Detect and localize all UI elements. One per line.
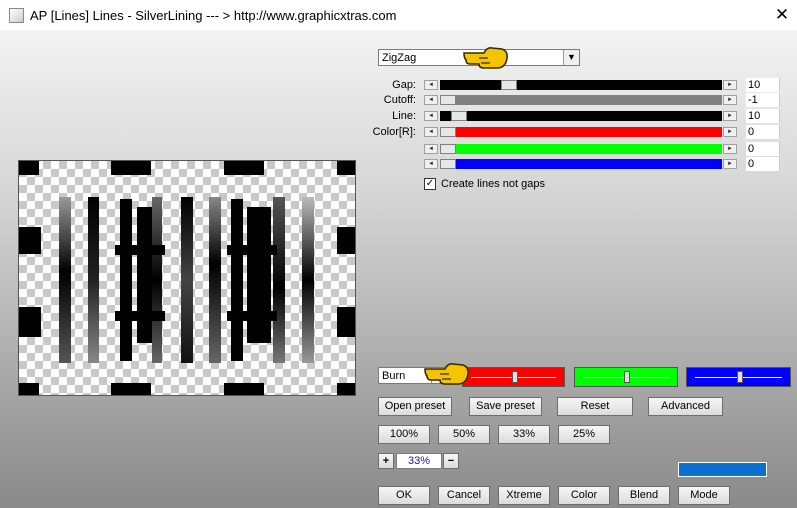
preview-bar — [302, 197, 314, 363]
preview-bar — [88, 197, 99, 363]
slider-thumb[interactable] — [440, 95, 456, 105]
preview-bar — [181, 197, 193, 363]
preview-bar — [227, 311, 277, 321]
advanced-button[interactable]: Advanced — [648, 397, 723, 416]
zoom-25-button[interactable]: 25% — [558, 425, 610, 444]
slider-track[interactable] — [440, 127, 722, 137]
preview-block — [337, 383, 355, 395]
window-title: AP [Lines] Lines - SilverLining --- > ht… — [30, 8, 397, 23]
preview-bar — [247, 207, 271, 343]
slider-knob[interactable] — [736, 371, 743, 383]
slider-left-arrow-icon[interactable]: ◄ — [424, 111, 438, 121]
title-bar: AP [Lines] Lines - SilverLining --- > ht… — [0, 0, 797, 30]
slider-thumb[interactable] — [440, 144, 456, 154]
slider-knob[interactable] — [624, 371, 630, 383]
zoom-in-button[interactable]: + — [378, 453, 394, 469]
create-lines-label: Create lines not gaps — [441, 178, 545, 190]
close-icon[interactable]: ✕ — [770, 3, 794, 27]
preview-block — [111, 383, 151, 395]
preview-block — [337, 307, 355, 337]
preview-block — [337, 161, 355, 175]
slider-track[interactable] — [440, 144, 722, 154]
slider-left-arrow-icon[interactable]: ◄ — [424, 144, 438, 154]
zoom-100-button[interactable]: 100% — [378, 425, 430, 444]
zoom-value: 33% — [396, 453, 442, 469]
preview-block — [224, 383, 264, 395]
slider-knob[interactable] — [511, 371, 518, 383]
slider-right-arrow-icon[interactable]: ► — [723, 95, 737, 105]
ok-button[interactable]: OK — [378, 486, 430, 505]
slider-right-arrow-icon[interactable]: ► — [723, 127, 737, 137]
slider-label: Cutoff: — [383, 94, 416, 106]
slider-value[interactable]: 0 — [746, 125, 780, 139]
slider-right-arrow-icon[interactable]: ► — [723, 144, 737, 154]
slider-right-arrow-icon[interactable]: ► — [723, 111, 737, 121]
preview-block — [111, 161, 151, 175]
slider-thumb[interactable] — [501, 80, 518, 90]
zoom-50-button[interactable]: 50% — [438, 425, 490, 444]
slider-thumb[interactable] — [440, 127, 456, 137]
app-icon — [9, 8, 24, 23]
color-swatch[interactable] — [678, 462, 767, 477]
chevron-down-icon[interactable]: ▼ — [563, 50, 579, 65]
preview-block — [19, 383, 39, 395]
mode-dropdown-value: ZigZag — [382, 52, 417, 64]
preview-bar — [59, 197, 71, 363]
slider-value[interactable]: -1 — [746, 93, 780, 107]
red-color-slider[interactable] — [462, 367, 565, 387]
zoom-out-button[interactable]: − — [443, 453, 459, 469]
slider-left-arrow-icon[interactable]: ◄ — [424, 95, 438, 105]
slider-left-arrow-icon[interactable]: ◄ — [424, 127, 438, 137]
slider-thumb[interactable] — [440, 159, 456, 169]
plugin-window: AP [Lines] Lines - SilverLining --- > ht… — [0, 0, 797, 508]
mode-button[interactable]: Mode — [678, 486, 730, 505]
preview-block — [19, 307, 41, 337]
slider-right-arrow-icon[interactable]: ► — [723, 80, 737, 90]
pointing-hand-icon — [424, 363, 469, 385]
preview-bar — [115, 311, 165, 321]
preview-block — [337, 227, 355, 254]
color-button[interactable]: Color — [558, 486, 610, 505]
preview-bar — [120, 199, 132, 361]
cancel-button[interactable]: Cancel — [438, 486, 490, 505]
preview-block — [19, 161, 39, 175]
preview-block — [19, 227, 41, 254]
preview-bar — [209, 197, 221, 363]
xtreme-button[interactable]: Xtreme — [498, 486, 550, 505]
slider-label: Line: — [392, 110, 416, 122]
preview-bar — [115, 245, 165, 255]
preview-bar — [231, 199, 243, 361]
slider-track[interactable] — [440, 95, 722, 105]
slider-value[interactable]: 0 — [746, 142, 780, 156]
create-lines-checkbox[interactable]: ✓ — [424, 178, 436, 190]
open-preset-button[interactable]: Open preset — [378, 397, 452, 416]
slider-value[interactable]: 0 — [746, 157, 780, 171]
reset-button[interactable]: Reset — [557, 397, 633, 416]
slider-left-arrow-icon[interactable]: ◄ — [424, 80, 438, 90]
slider-left-arrow-icon[interactable]: ◄ — [424, 159, 438, 169]
slider-track[interactable] — [440, 111, 722, 121]
zoom-33-button[interactable]: 33% — [498, 425, 550, 444]
slider-track[interactable] — [440, 159, 722, 169]
pointing-hand-icon — [463, 47, 508, 69]
preview-bar — [227, 245, 277, 255]
blend-mode-value: Burn — [382, 370, 406, 382]
green-color-slider[interactable] — [574, 367, 678, 387]
preview-bar — [152, 197, 162, 363]
slider-label: Color[R]: — [372, 126, 416, 138]
preview-canvas[interactable] — [18, 160, 356, 396]
slider-value[interactable]: 10 — [746, 109, 780, 123]
slider-track[interactable] — [440, 80, 722, 90]
save-preset-button[interactable]: Save preset — [469, 397, 542, 416]
preview-block — [224, 161, 264, 175]
slider-label: Gap: — [392, 79, 416, 91]
blue-color-slider[interactable] — [686, 367, 791, 387]
slider-right-arrow-icon[interactable]: ► — [723, 159, 737, 169]
preview-bar — [273, 197, 285, 363]
slider-thumb[interactable] — [450, 111, 467, 121]
blend-button[interactable]: Blend — [618, 486, 670, 505]
slider-value[interactable]: 10 — [746, 78, 780, 92]
